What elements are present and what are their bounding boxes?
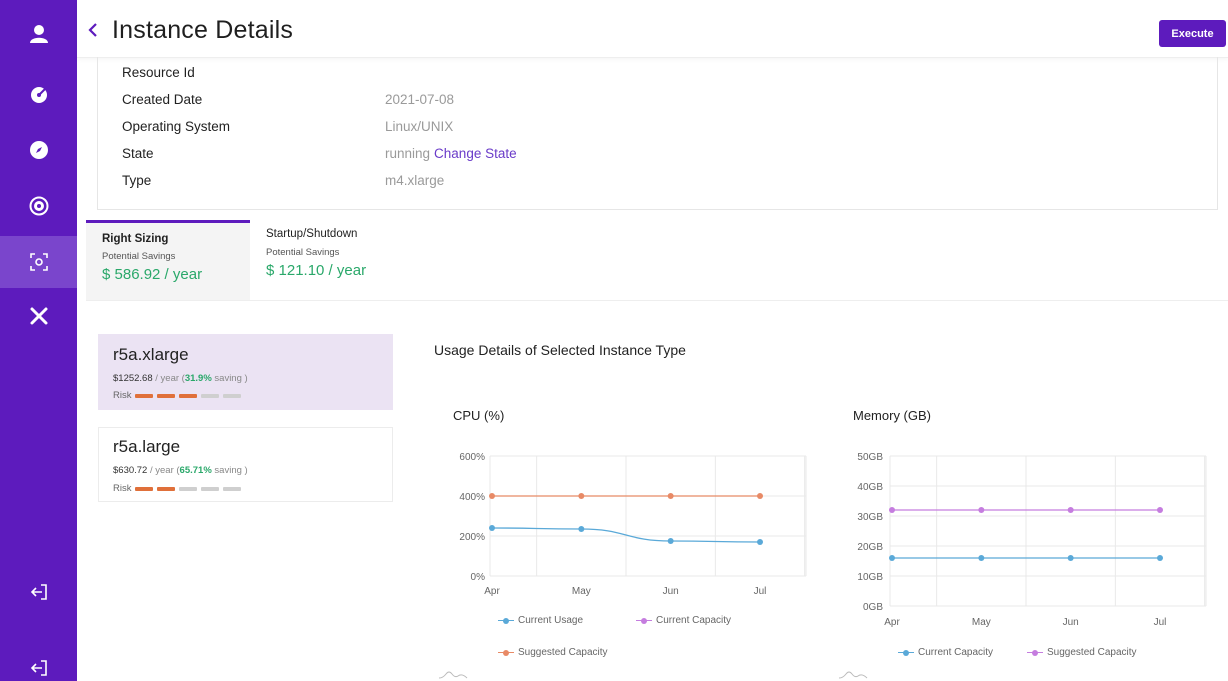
legend-marker <box>636 617 652 625</box>
chart-waveform-icon <box>838 671 868 679</box>
legend-marker <box>498 649 514 657</box>
memory-series-point <box>1067 507 1074 513</box>
memory-series-point <box>978 507 985 513</box>
memory-y-tick-label: 30GB <box>857 512 883 523</box>
legend-label: Current Capacity <box>918 647 994 658</box>
cpu-x-tick-label: Apr <box>484 586 500 597</box>
legend-label: Current Usage <box>518 615 584 626</box>
memory-y-tick-label: 0GB <box>863 602 883 613</box>
memory-x-tick-label: Jul <box>1154 617 1167 628</box>
legend-label: Suggested Capacity <box>1047 647 1137 658</box>
cpu-y-tick-label: 0% <box>471 572 486 583</box>
legend-cpu-current-usage[interactable]: Current Usage <box>498 615 583 626</box>
cpu-series-point <box>667 538 674 544</box>
legend-memory-current-capacity[interactable]: Current Capacity <box>898 647 993 658</box>
cpu-series-point <box>757 493 763 499</box>
memory-series-point <box>1157 555 1163 561</box>
memory-series-point <box>1067 555 1074 561</box>
usage-charts: 0% 200% 400% 600% Apr May Jun Jul 0GB 10GB 20GB 30G… <box>459 452 1207 628</box>
legend-marker <box>498 617 514 625</box>
memory-y-tick-label: 10GB <box>857 572 883 583</box>
legend-marker <box>898 649 914 657</box>
legend-marker <box>1027 649 1043 657</box>
memory-x-tick-label: Apr <box>884 617 900 628</box>
memory-y-tick-label: 20GB <box>857 542 883 553</box>
legend-label: Suggested Capacity <box>518 647 608 658</box>
memory-series-point <box>1157 507 1163 513</box>
cpu-series-point <box>757 539 763 545</box>
legend-memory-suggested-capacity[interactable]: Suggested Capacity <box>1027 647 1137 658</box>
cpu-y-tick-label: 600% <box>459 452 485 463</box>
cpu-y-tick-label: 400% <box>459 492 485 503</box>
cpu-series-point <box>489 493 495 499</box>
cpu-x-tick-label: Jul <box>754 586 767 597</box>
memory-x-tick-label: May <box>972 617 991 628</box>
memory-series-point <box>889 507 895 513</box>
cpu-series-point <box>578 526 585 532</box>
memory-x-tick-label: Jun <box>1063 617 1079 628</box>
legend-label: Current Capacity <box>656 615 732 626</box>
memory-series-point <box>978 555 985 561</box>
legend-cpu-suggested-capacity[interactable]: Suggested Capacity <box>498 647 608 658</box>
cpu-x-tick-label: May <box>572 586 591 597</box>
cpu-y-tick-label: 200% <box>459 532 485 543</box>
cpu-series-point <box>578 493 585 499</box>
memory-y-tick-label: 40GB <box>857 482 883 493</box>
memory-series-point <box>889 555 895 561</box>
memory-y-tick-label: 50GB <box>857 452 883 463</box>
cpu-x-tick-label: Jun <box>663 586 679 597</box>
legend-cpu-current-capacity[interactable]: Current Capacity <box>636 615 731 626</box>
cpu-series-point <box>489 525 495 531</box>
chart-waveform-icon <box>438 671 468 679</box>
cpu-series-point <box>667 493 674 499</box>
